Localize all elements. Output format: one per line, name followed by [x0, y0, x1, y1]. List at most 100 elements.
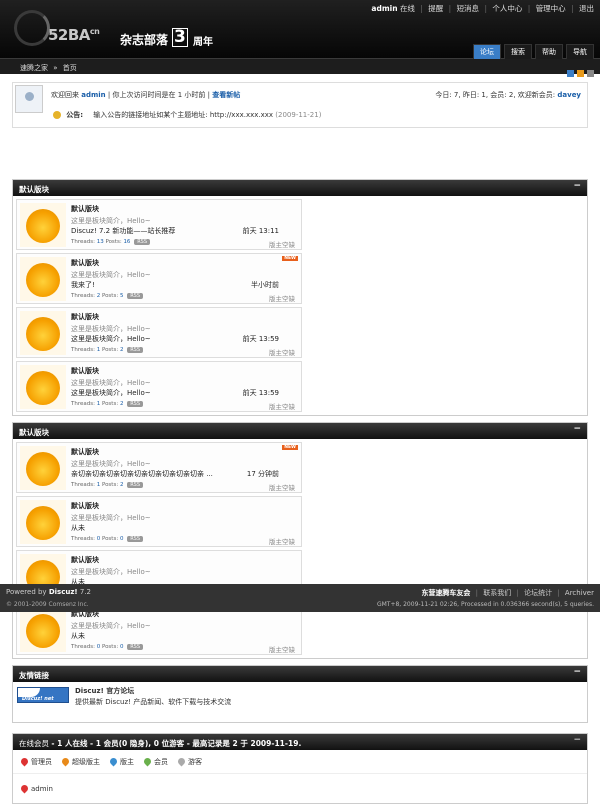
collapse-icon[interactable]: −	[573, 667, 581, 677]
forum-stats: Threads: 1 Posts: 2 RSS	[71, 347, 144, 353]
collapse-icon[interactable]: −	[573, 181, 581, 191]
nav-forum[interactable]: 论坛	[473, 44, 501, 59]
forum-section: 默认版块 − 默认版块 这里是板块简介，Hello~ Discuz! 7.2 新功能—…	[12, 179, 588, 416]
logo-brand[interactable]: 52BAcn	[48, 26, 100, 44]
collapse-icon[interactable]: −	[573, 735, 581, 745]
legend-item: 版主	[108, 756, 134, 767]
forum-name[interactable]: 默认版块	[71, 366, 99, 376]
welcome-panel: 欢迎回来 admin | 你上次访问时间是在 1 小时前 | 查看新帖 今日: …	[12, 82, 588, 128]
online-section: 在线会员 - 1 人在线 - 1 会员(0 隐身), 0 位游客 - 最高记录是…	[12, 733, 588, 804]
logo-anniversary-number: 3	[172, 27, 188, 47]
last-post[interactable]: 从未	[71, 523, 85, 533]
rss-button[interactable]: RSS	[134, 239, 151, 245]
online-user[interactable]: admin	[19, 783, 53, 794]
welcome-message: 欢迎回来 admin | 你上次访问时间是在 1 小时前 | 查看新帖	[51, 91, 241, 99]
product-link[interactable]: Discuz!	[49, 588, 78, 596]
forum-name[interactable]: 默认版块	[71, 312, 99, 322]
forum-status-icon[interactable]	[20, 446, 66, 490]
user-icon	[142, 756, 153, 767]
last-post-time: 17 分钟前	[246, 470, 279, 478]
forum-name[interactable]: 默认版块	[71, 447, 99, 457]
forum-name[interactable]: 默认版块	[71, 501, 99, 511]
forum-item[interactable]: 默认版块 这里是板块简介，Hello~ Discuz! 7.2 新功能——站长推荐 前…	[16, 199, 302, 250]
last-post[interactable]: 这里是板块简介，Hello~	[71, 388, 151, 398]
friend-link-item: Discuz! net Discuz! 官方论坛 提供最新 Discuz! 产品…	[13, 682, 587, 722]
forum-desc: 这里是板块简介，Hello~	[71, 217, 151, 225]
user-icon	[19, 756, 30, 767]
style-orange-button[interactable]	[577, 70, 584, 77]
rss-button[interactable]: RSS	[127, 644, 144, 650]
user-icon	[176, 756, 187, 767]
welcome-username[interactable]: admin	[81, 91, 105, 99]
footer-link-stats[interactable]: 论坛统计	[524, 589, 552, 597]
forum-item[interactable]: 默认版块这里是板块简介，Hello~从未 Threads: 0 Posts: 0 …	[16, 496, 302, 547]
forum-desc: 这里是板块简介，Hello~	[71, 568, 151, 576]
last-post[interactable]: 从未	[71, 631, 85, 641]
powered-by: Powered by Discuz! 7.2	[6, 588, 91, 596]
breadcrumb-home[interactable]: 速腾之家	[20, 64, 48, 72]
toplink-reminders[interactable]: 提醒	[428, 4, 443, 13]
forum-item[interactable]: NEW 默认版块 这里是板块简介，Hello~ 我来了! 半小时前 Threads: 2 …	[16, 253, 302, 304]
section-header[interactable]: 默认版块 −	[13, 180, 587, 196]
style-gray-button[interactable]	[587, 70, 594, 77]
last-post[interactable]: 这里是板块简介，Hello~	[71, 334, 151, 344]
rss-button[interactable]: RSS	[127, 482, 144, 488]
toplink-messages[interactable]: 短消息	[457, 4, 480, 13]
collapse-icon[interactable]: −	[573, 424, 581, 434]
last-post[interactable]: 我来了!	[71, 280, 95, 290]
forum-status-icon[interactable]	[20, 500, 66, 544]
post-count: 2	[119, 401, 124, 407]
forum-item[interactable]: 默认版块 这里是板块简介，Hello~ 这里是板块简介，Hello~ 前天 13:59…	[16, 361, 302, 412]
legend-item: 超级版主	[60, 756, 100, 767]
style-blue-button[interactable]	[567, 70, 574, 77]
forum-item[interactable]: 默认版块 这里是板块简介，Hello~ 这里是板块简介，Hello~ 前天 13:59…	[16, 307, 302, 358]
forum-status-icon[interactable]	[20, 203, 66, 247]
user-icon	[108, 756, 119, 767]
forum-grid: NEW 默认版块 这里是板块简介，Hello~ 亲切亲切亲切亲切亲切亲切亲切亲切亲切亲…	[13, 439, 587, 655]
rss-button[interactable]: RSS	[127, 536, 144, 542]
nav-search[interactable]: 搜索	[504, 44, 532, 59]
forum-status-icon[interactable]	[20, 311, 66, 355]
last-post[interactable]: Discuz! 7.2 新功能——站长推荐	[71, 226, 175, 236]
forum-status-icon[interactable]	[20, 257, 66, 301]
toplink-logout[interactable]: 退出	[579, 4, 594, 13]
announcement-text[interactable]: 输入公告的链接地址如某个主题地址: http://xxx.xxx.xxx	[93, 111, 273, 119]
footer-link-archiver[interactable]: Archiver	[565, 589, 594, 597]
forum-status-icon[interactable]	[20, 365, 66, 409]
top-links: admin 在线 | 提醒 | 短消息 | 个人中心 | 管理中心 | 退出	[371, 4, 594, 13]
section-header[interactable]: 默认版块 −	[13, 423, 587, 439]
forum-item[interactable]: NEW 默认版块 这里是板块简介，Hello~ 亲切亲切亲切亲切亲切亲切亲切亲切亲切亲…	[16, 442, 302, 493]
rss-button[interactable]: RSS	[127, 347, 144, 353]
rss-button[interactable]: RSS	[127, 401, 144, 407]
header: admin 在线 | 提醒 | 短消息 | 个人中心 | 管理中心 | 退出 5…	[0, 0, 600, 59]
username-link[interactable]: admin	[371, 4, 397, 13]
section-title: 默认版块	[19, 185, 49, 194]
nav-help[interactable]: 帮助	[535, 44, 563, 59]
processing-info: GMT+8, 2009-11-21 02:26, Processed in 0.…	[376, 601, 594, 608]
forum-name[interactable]: 默认版块	[71, 204, 99, 214]
post-count: 0	[119, 536, 124, 542]
forum-name[interactable]: 默认版块	[71, 555, 99, 565]
discuz-logo[interactable]: Discuz! net	[17, 687, 69, 703]
new-member-link[interactable]: davey	[557, 91, 581, 99]
announcement: 公告: 输入公告的链接地址如某个主题地址: http://xxx.xxx.xxx…	[53, 110, 321, 120]
avatar[interactable]	[15, 85, 43, 113]
online-header[interactable]: 在线会员 - 1 人在线 - 1 会员(0 隐身), 0 位游客 - 最高记录是…	[13, 734, 587, 750]
footer-link-club[interactable]: 东营速腾车友会	[421, 589, 470, 597]
toplink-admin[interactable]: 管理中心	[536, 4, 566, 13]
forum-name[interactable]: 默认版块	[71, 258, 99, 268]
view-new-posts-link[interactable]: 查看新帖	[212, 91, 240, 99]
forum-desc: 这里是板块简介，Hello~	[71, 514, 151, 522]
last-post[interactable]: 亲切亲切亲切亲切亲切亲切亲切亲切亲切亲 ...	[71, 469, 213, 479]
online-legend: 管理员 超级版主 版主 会员 游客	[13, 750, 587, 774]
friend-link-title[interactable]: Discuz! 官方论坛	[75, 686, 134, 696]
rss-button[interactable]: RSS	[127, 293, 144, 299]
user-icon	[60, 756, 71, 767]
nav-navigation[interactable]: 导航	[566, 44, 594, 59]
forum-status-icon[interactable]	[20, 608, 66, 652]
toplink-profile[interactable]: 个人中心	[492, 4, 522, 13]
section-header[interactable]: 友情链接 −	[13, 666, 587, 682]
legend-item: 会员	[142, 756, 168, 767]
breadcrumb: 速腾之家 » 首页	[0, 58, 600, 74]
footer-link-contact[interactable]: 联系我们	[483, 589, 511, 597]
